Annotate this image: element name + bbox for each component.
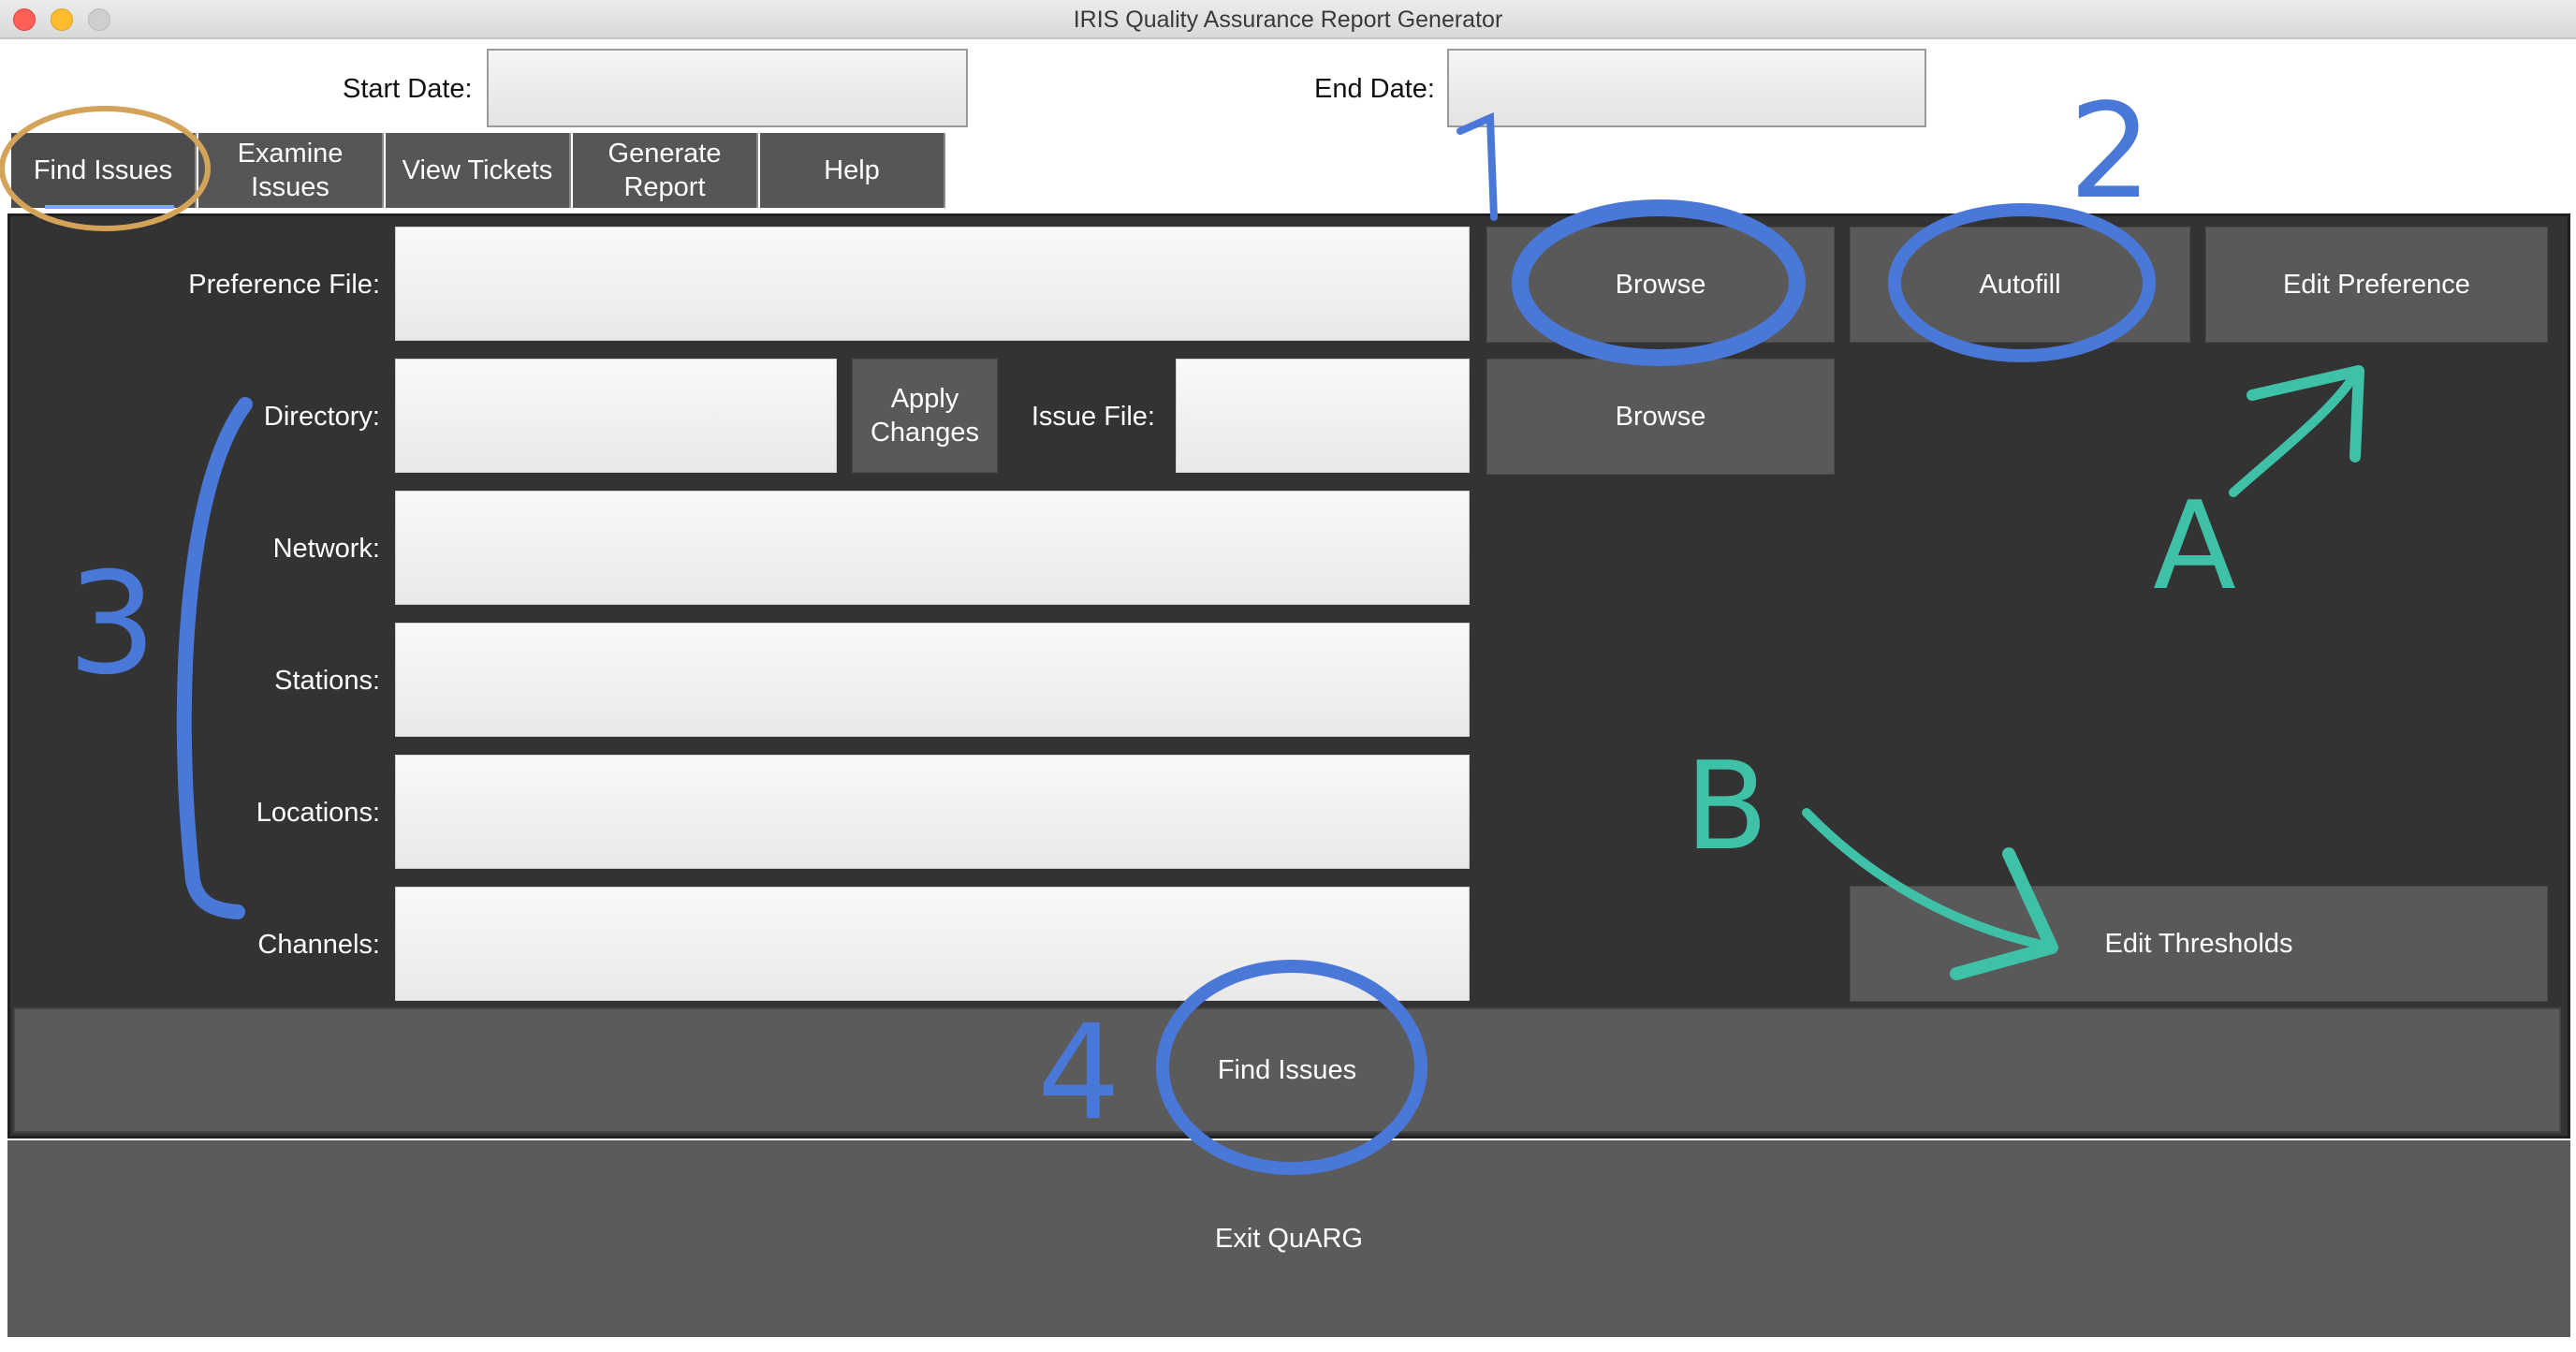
browse-issue-file-button[interactable]: Browse — [1486, 359, 1835, 475]
tab-find-issues[interactable]: Find Issues — [11, 133, 197, 208]
edit-thresholds-button[interactable]: Edit Thresholds — [1850, 886, 2548, 1002]
tab-examine-issues[interactable]: Examine Issues — [198, 133, 384, 208]
browse-preference-button[interactable]: Browse — [1486, 227, 1835, 343]
stations-input[interactable] — [395, 623, 1470, 737]
end-date-input[interactable] — [1447, 49, 1926, 127]
edit-preference-button[interactable]: Edit Preference — [2205, 227, 2548, 343]
channels-input[interactable] — [395, 887, 1470, 1001]
window-title: IRIS Quality Assurance Report Generator — [1073, 7, 1503, 33]
issue-file-input[interactable] — [1176, 359, 1470, 473]
active-tab-indicator — [45, 205, 174, 209]
network-label: Network: — [272, 534, 380, 564]
find-issues-button[interactable]: Find Issues — [13, 1007, 2561, 1133]
annotation-1-stroke — [1456, 111, 1498, 221]
tab-generate-report[interactable]: Generate Report — [573, 133, 758, 208]
exit-quarg-button[interactable]: Exit QuARG — [7, 1140, 2570, 1337]
network-input[interactable] — [395, 491, 1470, 605]
start-date-label: Start Date: — [343, 74, 473, 104]
tab-help[interactable]: Help — [760, 133, 945, 208]
directory-input[interactable] — [395, 359, 837, 473]
autofill-button[interactable]: Autofill — [1850, 227, 2190, 343]
channels-label: Channels: — [257, 930, 380, 960]
annotation-2-text: 2 — [2069, 76, 2152, 228]
directory-label: Directory: — [263, 402, 380, 432]
preference-file-label: Preference File: — [188, 270, 380, 300]
locations-label: Locations: — [256, 798, 380, 828]
tab-view-tickets[interactable]: View Tickets — [386, 133, 571, 208]
start-date-input[interactable] — [487, 49, 968, 127]
locations-input[interactable] — [395, 755, 1470, 869]
end-date-label: End Date: — [1314, 74, 1435, 104]
preference-file-input[interactable] — [395, 227, 1470, 341]
issue-file-label: Issue File: — [1031, 402, 1155, 432]
stations-label: Stations: — [274, 666, 380, 696]
